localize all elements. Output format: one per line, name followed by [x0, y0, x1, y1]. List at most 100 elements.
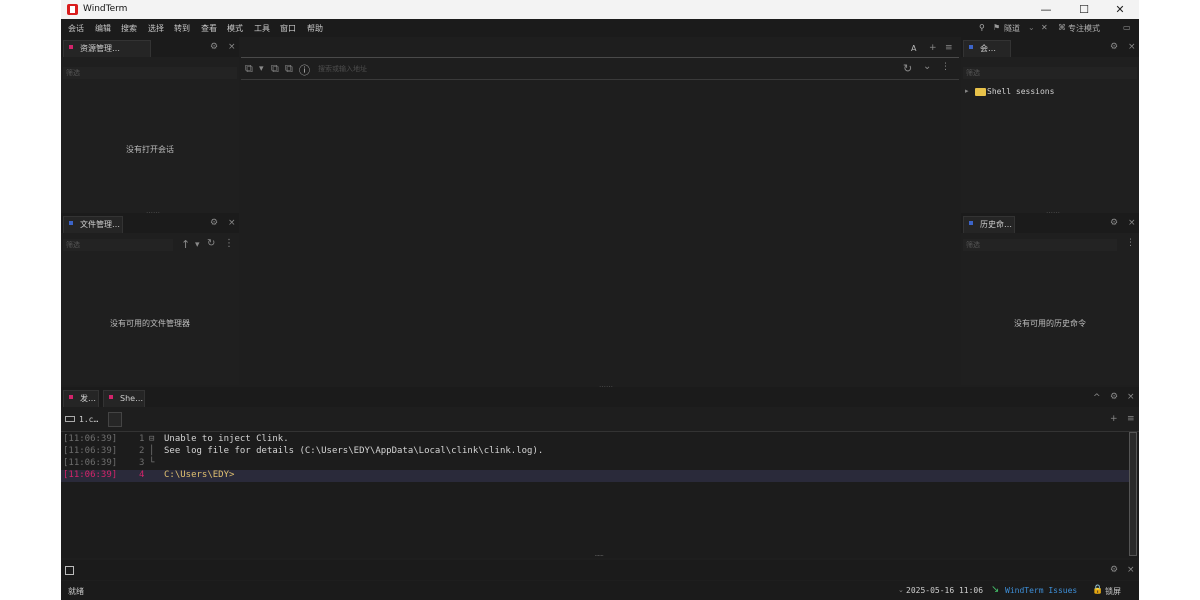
terminal-icon — [65, 416, 75, 422]
menu-mode[interactable]: 模式 — [227, 23, 243, 34]
explorer-close-icon[interactable]: × — [228, 42, 236, 52]
search-icon[interactable]: ⚲ — [979, 23, 985, 32]
line-number: 2 — [139, 446, 145, 456]
maximize-button[interactable]: ☐ — [1069, 2, 1099, 17]
windterm-window: WindTerm — ☐ ✕ 会话 编辑 搜索 选择 转到 查看 模式 工具 窗… — [61, 0, 1139, 600]
menu-search[interactable]: 搜索 — [121, 23, 137, 34]
focus-mode-icon: ⌘ — [1058, 23, 1066, 32]
terminal-scrollbar[interactable] — [1129, 432, 1137, 556]
menu-view[interactable]: 查看 — [201, 23, 217, 34]
folder-icon — [975, 88, 986, 96]
menu-session[interactable]: 会话 — [68, 23, 84, 34]
file-manager-settings-icon[interactable]: ⚙ — [210, 218, 218, 228]
tunnel-icon: ⚑ — [993, 23, 1001, 32]
line-text: See log file for details (C:\Users\EDY\A… — [164, 446, 544, 456]
close-button[interactable]: ✕ — [1105, 2, 1135, 17]
history-settings-icon[interactable]: ⚙ — [1110, 218, 1118, 228]
focus-mode-button[interactable]: 专注模式 — [1068, 23, 1100, 34]
terminal-menu-icon[interactable]: ≡ — [1127, 414, 1135, 424]
add-tab-icon[interactable]: + — [929, 43, 937, 53]
issues-icon: ↘ — [991, 584, 1000, 595]
resize-handle[interactable]: …… — [595, 550, 603, 558]
tab-label: 历史命… — [980, 220, 1012, 229]
minimize-button[interactable]: — — [1031, 2, 1061, 17]
lock-icon[interactable]: 🔒 — [1092, 585, 1103, 595]
tunnel-dropdown-icon[interactable]: ⌄ — [1028, 23, 1035, 32]
prompt-text: C:\Users\EDY> — [164, 470, 235, 480]
new-tab-icon[interactable]: ⧉ — [245, 62, 253, 76]
address-more-icon[interactable]: ⋮ — [941, 62, 950, 72]
menu-tools[interactable]: 工具 — [254, 23, 270, 34]
tree-item-label: Shell sessions — [987, 87, 1055, 96]
duplicate-icon[interactable]: ⧉ — [285, 62, 293, 76]
layout-icon[interactable]: ▭ — [1123, 23, 1131, 32]
menu-window[interactable]: 窗口 — [280, 23, 296, 34]
up-arrow-icon[interactable]: ↑ — [181, 238, 190, 251]
bottom-close-icon[interactable]: × — [1127, 392, 1135, 402]
file-manager-close-icon[interactable]: × — [228, 218, 236, 228]
terminal-line: [11:06:39] 3 └ — [61, 458, 1129, 470]
file-manager-filter-input[interactable]: 筛选 — [63, 239, 173, 251]
timestamp: [11:06:39] — [63, 458, 118, 468]
sidebar-toggle-icon[interactable] — [65, 566, 74, 575]
new-session-button[interactable] — [108, 412, 122, 427]
font-button[interactable]: A — [911, 44, 916, 53]
new-tab-dropdown-icon[interactable]: ▾ — [259, 64, 264, 74]
line-number: 4 — [139, 470, 145, 480]
tab-terminal-session[interactable]: 1.c… — [63, 412, 123, 428]
menu-help[interactable]: 帮助 — [307, 23, 323, 34]
expand-arrow-icon[interactable]: ▸ — [965, 87, 969, 95]
explorer-settings-icon[interactable]: ⚙ — [210, 42, 218, 52]
tab-shell[interactable]: She… — [103, 390, 145, 407]
dropdown-icon[interactable]: ▾ — [195, 240, 200, 250]
tab-label: 会… — [980, 44, 996, 53]
tab-explorer[interactable]: 资源管理… — [63, 40, 151, 57]
tab-send[interactable]: 发… — [63, 390, 99, 407]
reload-icon[interactable]: ↻ — [903, 62, 912, 75]
tab-file-manager[interactable]: 文件管理… — [63, 216, 123, 233]
terminal-output[interactable]: [11:06:39] 1 ⊟ Unable to inject Clink. [… — [61, 431, 1139, 558]
menu-select[interactable]: 选择 — [148, 23, 164, 34]
status-ready: 就绪 — [68, 587, 84, 596]
tab-color-dot — [109, 395, 113, 399]
lock-screen-button[interactable]: 锁屏 — [1105, 586, 1121, 597]
tab-history[interactable]: 历史命… — [963, 216, 1015, 233]
terminal-line: [11:06:39] 1 ⊟ Unable to inject Clink. — [61, 434, 1129, 446]
refresh-icon[interactable]: ↻ — [207, 238, 215, 249]
history-close-icon[interactable]: × — [1128, 218, 1136, 228]
tab-color-dot — [969, 221, 973, 225]
tab-sessions[interactable]: 会… — [963, 40, 1011, 57]
line-number: 1 — [139, 434, 145, 444]
more-icon[interactable]: ⋮ — [224, 238, 234, 249]
sessions-tabstrip: 会… ⚙ × — [961, 37, 1139, 57]
toolstrip-settings-icon[interactable]: ⚙ — [1110, 565, 1118, 575]
split-icon[interactable]: ⧉ — [271, 62, 279, 76]
history-filter-input[interactable]: 筛选 — [963, 239, 1117, 251]
window-title: WindTerm — [83, 4, 128, 14]
address-input[interactable]: 搜索或输入地址 — [318, 64, 367, 74]
tab-color-dot — [69, 221, 73, 225]
toolstrip-close-icon[interactable]: × — [1127, 565, 1135, 575]
issues-link[interactable]: WindTerm Issues — [1005, 586, 1077, 595]
fold-icon[interactable]: ⊟ — [149, 434, 154, 444]
sessions-filter-input[interactable]: 筛选 — [963, 67, 1137, 79]
x-icon[interactable]: ✕ — [1041, 23, 1048, 32]
menu-goto[interactable]: 转到 — [174, 23, 190, 34]
info-icon[interactable]: ⓘ — [299, 62, 310, 78]
explorer-filter-input[interactable]: 筛选 — [63, 67, 237, 79]
address-bar: ⧉ ▾ ⧉ ⧉ ⓘ 搜索或输入地址 ↻ ⌄ ⋮ — [241, 59, 959, 80]
bottom-settings-icon[interactable]: ⚙ — [1110, 392, 1118, 402]
history-more-icon[interactable]: ⋮ — [1126, 238, 1135, 248]
collapse-icon[interactable]: ^ — [1093, 393, 1101, 403]
history-empty-message: 没有可用的历史命令 — [1014, 319, 1086, 328]
sessions-close-icon[interactable]: × — [1128, 42, 1136, 52]
editor-area: A + ≡ ⧉ ▾ ⧉ ⧉ ⓘ 搜索或输入地址 ↻ ⌄ ⋮ …… — [241, 37, 959, 389]
status-dropdown-icon[interactable]: ⌄ — [898, 586, 904, 594]
address-dropdown-icon[interactable]: ⌄ — [923, 61, 931, 72]
terminal-add-icon[interactable]: + — [1110, 414, 1118, 424]
tunnel-button[interactable]: 隧道 — [1004, 23, 1020, 34]
terminal-prompt-line[interactable]: [11:06:39] 4 C:\Users\EDY> — [61, 470, 1129, 482]
menu-edit[interactable]: 编辑 — [95, 23, 111, 34]
editor-menu-icon[interactable]: ≡ — [945, 43, 953, 53]
sessions-settings-icon[interactable]: ⚙ — [1110, 42, 1118, 52]
